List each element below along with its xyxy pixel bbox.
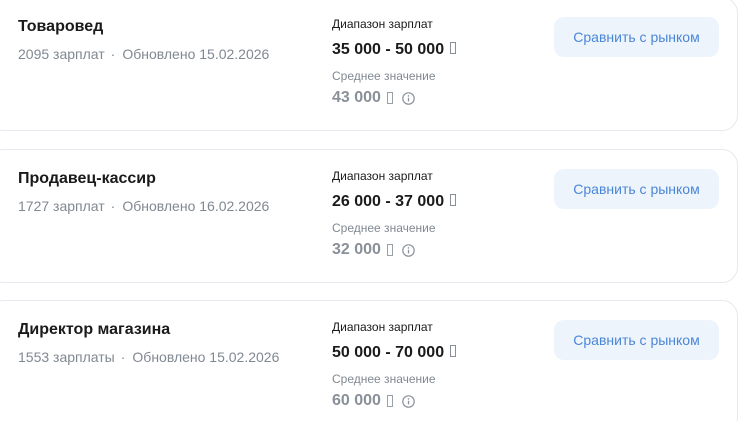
info-icon[interactable]	[402, 394, 415, 408]
vacancy-title: Продавец-кассир	[18, 170, 156, 187]
vacancy-card: Товаровед 2095 зарплат · Обновлено 15.02.2…	[0, 0, 738, 131]
info-icon[interactable]	[402, 243, 415, 257]
currency-icon	[386, 92, 393, 104]
currency-icon	[450, 345, 457, 357]
currency-icon	[450, 194, 457, 206]
salary-range-amount: 35 000 - 50 000	[332, 41, 445, 58]
vacancy-meta: 1553 зарплаты · Обновлено 15.02.2026	[18, 349, 279, 365]
salary-list: Товаровед 2095 зарплат · Обновлено 15.02.2…	[0, 0, 750, 421]
average-amount: 60 000	[332, 392, 381, 409]
average-value-row: 43 000	[332, 89, 415, 107]
currency-icon	[450, 42, 457, 54]
average-label: Среднее значение	[332, 221, 436, 235]
compare-with-market-button[interactable]: Сравнить с рынком	[554, 320, 719, 360]
vacancy-title: Директор магазина	[18, 321, 171, 338]
separator-dot: ·	[120, 349, 126, 365]
compare-with-market-button[interactable]: Сравнить с рынком	[554, 17, 719, 57]
average-amount: 32 000	[332, 241, 381, 258]
salary-range-label: Диапазон зарплат	[332, 320, 433, 334]
salary-count: 1553 зарплаты	[18, 349, 115, 365]
salary-range-amount: 50 000 - 70 000	[332, 344, 445, 361]
separator-dot: ·	[110, 46, 116, 62]
average-label: Среднее значение	[332, 69, 436, 83]
average-amount: 43 000	[332, 89, 381, 106]
average-value-row: 60 000	[332, 392, 415, 410]
separator-dot: ·	[110, 198, 116, 214]
salary-range-label: Диапазон зарплат	[332, 169, 433, 183]
salary-count: 2095 зарплат	[18, 46, 105, 62]
vacancy-card: Продавец-кассир 1727 зарплат · Обновлено 1…	[0, 149, 738, 283]
updated-date: Обновлено 15.02.2026	[132, 349, 280, 365]
currency-icon	[386, 395, 393, 407]
vacancy-title: Товаровед	[18, 18, 104, 35]
compare-with-market-button[interactable]: Сравнить с рынком	[554, 169, 719, 209]
vacancy-card: Директор магазина 1553 зарплаты · Обновлен…	[0, 300, 738, 421]
salary-range-value: 35 000 - 50 000	[332, 41, 457, 59]
vacancy-meta: 1727 зарплат · Обновлено 16.02.2026	[18, 198, 269, 214]
average-label: Среднее значение	[332, 372, 436, 386]
salary-range-amount: 26 000 - 37 000	[332, 193, 445, 210]
salary-range-label: Диапазон зарплат	[332, 17, 433, 31]
updated-date: Обновлено 15.02.2026	[122, 46, 270, 62]
updated-date: Обновлено 16.02.2026	[122, 198, 270, 214]
vacancy-meta: 2095 зарплат · Обновлено 15.02.2026	[18, 46, 269, 62]
currency-icon	[386, 244, 393, 256]
salary-count: 1727 зарплат	[18, 198, 105, 214]
average-value-row: 32 000	[332, 241, 415, 259]
salary-range-value: 26 000 - 37 000	[332, 193, 457, 211]
info-icon[interactable]	[402, 91, 415, 105]
salary-range-value: 50 000 - 70 000	[332, 344, 457, 362]
